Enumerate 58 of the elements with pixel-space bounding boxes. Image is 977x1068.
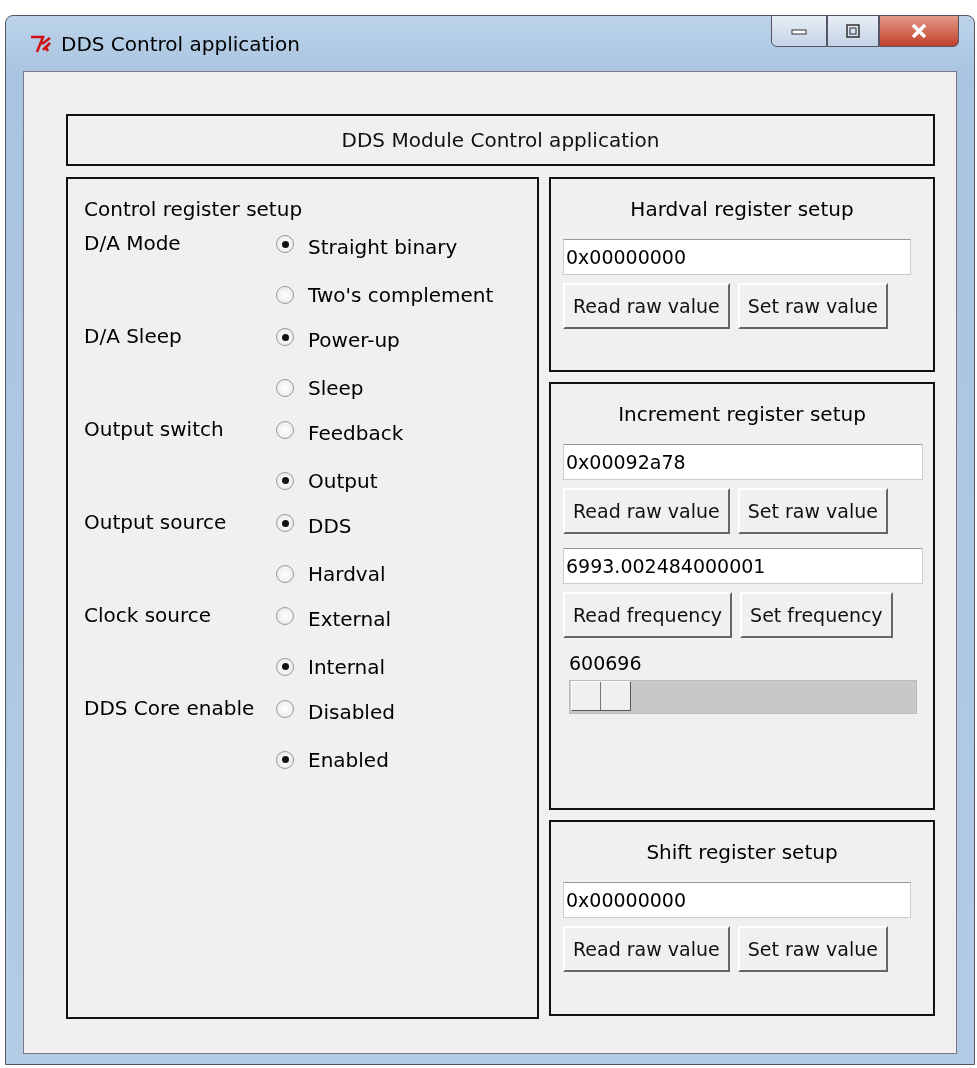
action-button[interactable]: Set raw value xyxy=(737,283,888,329)
feather-logo-icon xyxy=(29,33,53,54)
panel-title: Hardval register setup xyxy=(629,197,855,221)
panel-title: Control register setup xyxy=(84,197,304,221)
group-label: D/A Mode xyxy=(84,230,182,257)
action-button[interactable]: Set frequency xyxy=(740,592,893,638)
group-label: DDS Core enable xyxy=(84,695,256,722)
slider-reading: 600696 xyxy=(569,652,643,674)
minimize-icon xyxy=(791,27,807,35)
radio-option[interactable]: Enabled xyxy=(276,734,395,785)
radio-option[interactable]: Output xyxy=(276,455,404,506)
radio-button[interactable] xyxy=(276,471,294,490)
radio-option[interactable]: DDS xyxy=(276,506,386,548)
radio-option[interactable]: Power-up xyxy=(276,320,400,362)
radio-button[interactable] xyxy=(276,607,294,625)
hex-value-field[interactable]: 0x00000000 xyxy=(563,239,911,275)
radio-option[interactable]: External xyxy=(276,599,391,641)
action-button[interactable]: Read raw value xyxy=(563,926,730,972)
group-label: D/A Sleep xyxy=(84,323,183,350)
hex-value-field[interactable]: 0x00000000 xyxy=(563,882,911,918)
radio-button[interactable] xyxy=(276,235,294,253)
slider-thumb[interactable] xyxy=(571,681,632,711)
radio-button[interactable] xyxy=(276,421,294,439)
radio-option[interactable]: Sleep xyxy=(276,362,400,413)
radio-option[interactable]: Disabled xyxy=(276,692,395,734)
radio-option[interactable]: Internal xyxy=(276,641,391,692)
maximize-button[interactable] xyxy=(827,15,879,47)
radio-option[interactable]: Straight binary xyxy=(276,227,494,269)
action-button[interactable]: Set raw value xyxy=(737,488,888,534)
radio-option[interactable]: Hardval xyxy=(276,548,386,599)
action-button[interactable]: Read raw value xyxy=(563,283,730,329)
radio-button[interactable] xyxy=(276,657,294,676)
radio-button[interactable] xyxy=(276,700,294,718)
action-button[interactable]: Read frequency xyxy=(563,592,733,638)
header-label: DDS Module Control application xyxy=(66,114,935,166)
maximize-icon xyxy=(845,24,861,38)
group-label: Clock source xyxy=(84,602,213,629)
window-title: DDS Control application xyxy=(61,31,300,56)
panel-title: Shift register setup xyxy=(645,840,839,864)
radio-button[interactable] xyxy=(276,378,294,397)
frequency-field[interactable]: 6993.002484000001 xyxy=(563,548,923,584)
minimize-button[interactable] xyxy=(771,15,827,47)
group-label: Output source xyxy=(84,509,228,536)
radio-button[interactable] xyxy=(276,285,294,304)
radio-button[interactable] xyxy=(276,750,294,769)
hex-value-field[interactable]: 0x00092a78 xyxy=(563,444,923,480)
slider-track[interactable] xyxy=(569,680,917,714)
radio-button[interactable] xyxy=(276,514,294,532)
radio-button[interactable] xyxy=(276,564,294,583)
group-label: Output switch xyxy=(84,416,225,443)
radio-button[interactable] xyxy=(276,328,294,346)
action-button[interactable]: Set raw value xyxy=(737,926,888,972)
close-icon xyxy=(910,23,928,39)
panel-title: Increment register setup xyxy=(617,402,867,426)
radio-option[interactable]: Two's complement xyxy=(276,269,494,320)
close-button[interactable] xyxy=(879,15,959,47)
action-button[interactable]: Read raw value xyxy=(563,488,730,534)
radio-option[interactable]: Feedback xyxy=(276,413,404,455)
